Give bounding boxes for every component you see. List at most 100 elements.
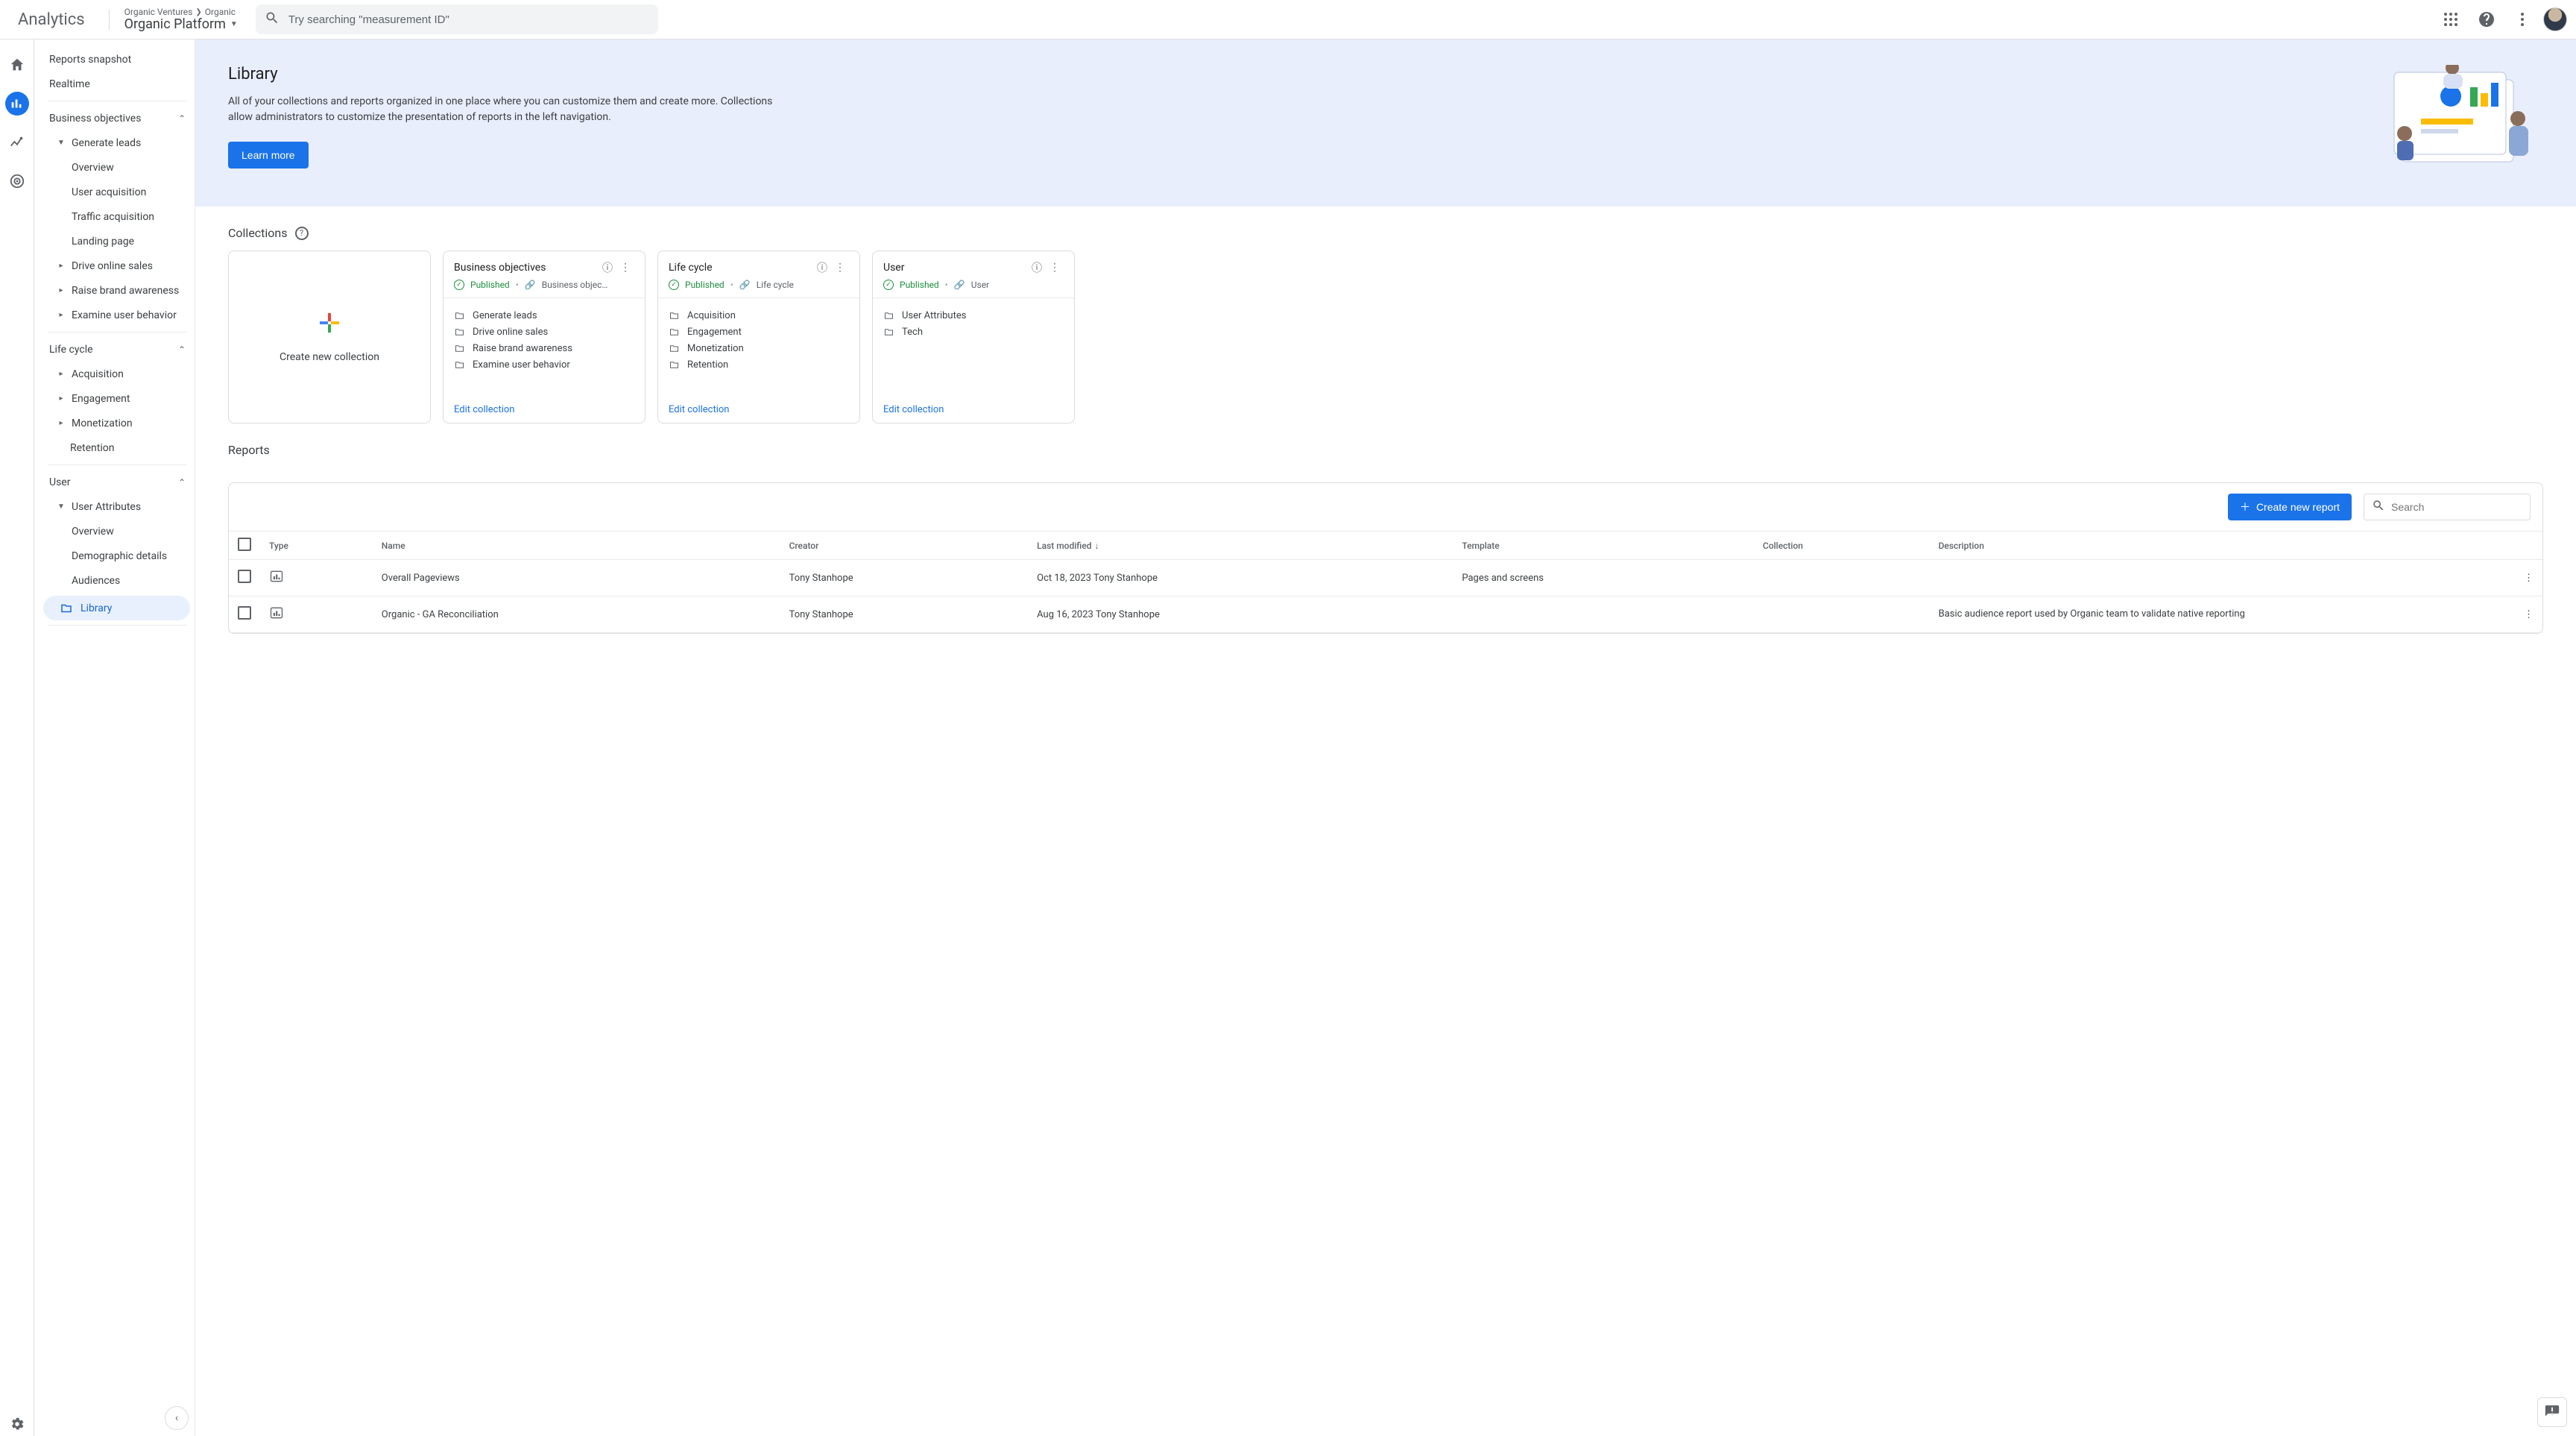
info-icon[interactable]: ? [295,227,309,240]
sidebar-user-attributes[interactable]: ▼User Attributes [34,494,195,519]
collection-item[interactable]: Generate leads [454,307,634,324]
col-creator[interactable]: Creator [780,532,1029,560]
table-row[interactable]: Overall PageviewsTony StanhopeOct 18, 20… [229,560,2542,596]
collection-item[interactable]: Tech [883,324,1064,340]
col-type[interactable]: Type [260,532,373,560]
reports-heading: Reports [195,423,2576,467]
sidebar-generate-leads[interactable]: ▼Generate leads [34,130,195,155]
sidebar-group-business-objectives[interactable]: Business objectives⌃ [34,106,195,130]
collection-item[interactable]: Retention [669,356,849,373]
published-label: Published [685,280,724,290]
apps-icon[interactable] [2436,4,2466,34]
plus-icon: ＋ [2240,500,2250,514]
edit-collection-link[interactable]: Edit collection [669,404,730,415]
global-search[interactable] [256,4,658,34]
more-vert-icon[interactable]: ⋮ [831,262,849,274]
more-vert-icon[interactable]: ⋮ [2515,596,2542,633]
collection-item[interactable]: Examine user behavior [454,356,634,373]
logo-block[interactable]: Analytics [9,10,94,29]
rail-home-icon[interactable] [5,53,29,77]
property-selector[interactable]: Organic Ventures ❯ Organic Organic Platf… [124,7,238,32]
reports-search-input[interactable] [2391,501,2522,513]
caret-right-icon: ▸ [57,394,66,403]
sidebar-engagement[interactable]: ▸Engagement [34,386,195,411]
sidebar-drive-online-sales[interactable]: ▸Drive online sales [34,253,195,278]
reports-card: ＋ Create new report Type Name Creator La… [228,482,2543,634]
feedback-button[interactable] [2537,1397,2567,1427]
create-collection-card[interactable]: Create new collection [228,251,431,423]
collection-item[interactable]: User Attributes [883,307,1064,324]
reports-search[interactable] [2364,494,2531,520]
caret-right-icon: ▸ [57,419,66,427]
more-vert-icon[interactable]: ⋮ [616,262,634,274]
edit-collection-link[interactable]: Edit collection [454,404,515,415]
app-header: Analytics Organic Ventures ❯ Organic Org… [0,0,2576,40]
report-type-icon [260,596,373,633]
sidebar-retention[interactable]: Retention [34,435,195,460]
sidebar-raise-brand-awareness[interactable]: ▸Raise brand awareness [34,278,195,303]
sidebar-overview[interactable]: Overview [34,155,195,180]
nav-rail [0,40,34,1436]
rail-reports-icon[interactable] [5,92,29,116]
checkbox-icon[interactable] [238,570,251,583]
sidebar-examine-user-behavior[interactable]: ▸Examine user behavior [34,303,195,327]
sidebar-user-acquisition[interactable]: User acquisition [34,180,195,204]
sidebar-acquisition[interactable]: ▸Acquisition [34,362,195,386]
col-template[interactable]: Template [1453,532,1754,560]
learn-more-button[interactable]: Learn more [228,142,309,169]
collection-item[interactable]: Monetization [669,340,849,356]
sidebar-monetization[interactable]: ▸Monetization [34,411,195,435]
caret-down-icon: ▼ [57,139,66,147]
col-checkbox[interactable] [229,532,260,560]
collection-link-name: User [971,280,989,290]
sidebar-traffic-acquisition[interactable]: Traffic acquisition [34,204,195,229]
sidebar-realtime[interactable]: Realtime [34,72,190,96]
create-collection-label: Create new collection [280,351,379,363]
collection-item[interactable]: Engagement [669,324,849,340]
checkbox-icon[interactable] [238,538,251,551]
sidebar-user-overview[interactable]: Overview [34,519,195,544]
col-name[interactable]: Name [373,532,780,560]
sort-desc-icon: ↓ [1095,541,1099,551]
info-icon[interactable]: ⓘ [813,260,831,275]
help-icon[interactable] [2472,4,2501,34]
link-icon: 🔗 [525,280,536,290]
sidebar-demographic-details[interactable]: Demographic details [34,544,195,568]
rail-admin-icon[interactable] [5,1412,29,1436]
col-collection[interactable]: Collection [1754,532,1930,560]
property-name: Organic Platform [124,17,226,32]
col-description[interactable]: Description [1930,532,2515,560]
sidebar-audiences[interactable]: Audiences [34,568,195,593]
sidebar-group-life-cycle[interactable]: Life cycle⌃ [34,337,195,362]
search-input[interactable] [288,13,649,26]
collection-item[interactable]: Raise brand awareness [454,340,634,356]
info-icon[interactable]: ⓘ [599,260,616,275]
rail-advertising-icon[interactable] [5,169,29,193]
collection-item[interactable]: Acquisition [669,307,849,324]
collection-link-name: Business object… [542,280,609,290]
sidebar-library[interactable]: Library [43,596,190,620]
published-check-icon: ✓ [454,280,464,290]
edit-collection-link[interactable]: Edit collection [883,404,944,415]
report-last-modified: Oct 18, 2023 Tony Stanhope [1028,560,1453,596]
rail-explore-icon[interactable] [5,130,29,154]
search-icon [265,10,280,28]
collection-item[interactable]: Drive online sales [454,324,634,340]
user-avatar[interactable] [2543,7,2567,31]
sidebar-landing-page[interactable]: Landing page [34,229,195,253]
breadcrumb-org: Organic Ventures [124,7,193,17]
more-vert-icon[interactable] [2507,4,2537,34]
table-row[interactable]: Organic - GA ReconciliationTony Stanhope… [229,596,2542,633]
create-report-button[interactable]: ＋ Create new report [2228,494,2352,520]
col-last-modified[interactable]: Last modified↓ [1028,532,1453,560]
collapse-sidebar-button[interactable]: ‹ [165,1406,189,1430]
report-last-modified: Aug 16, 2023 Tony Stanhope [1028,596,1453,633]
caret-right-icon: ▸ [57,370,66,378]
info-icon[interactable]: ⓘ [1028,260,1046,275]
checkbox-icon[interactable] [238,606,251,620]
sidebar-reports-snapshot[interactable]: Reports snapshot [34,47,190,72]
sidebar-group-user[interactable]: User⌃ [34,470,195,494]
more-vert-icon[interactable]: ⋮ [1046,262,1064,274]
more-vert-icon[interactable]: ⋮ [2515,560,2542,596]
collection-card: Life cycle ⓘ ⋮ ✓ Published • 🔗 Life cycl… [657,251,860,423]
